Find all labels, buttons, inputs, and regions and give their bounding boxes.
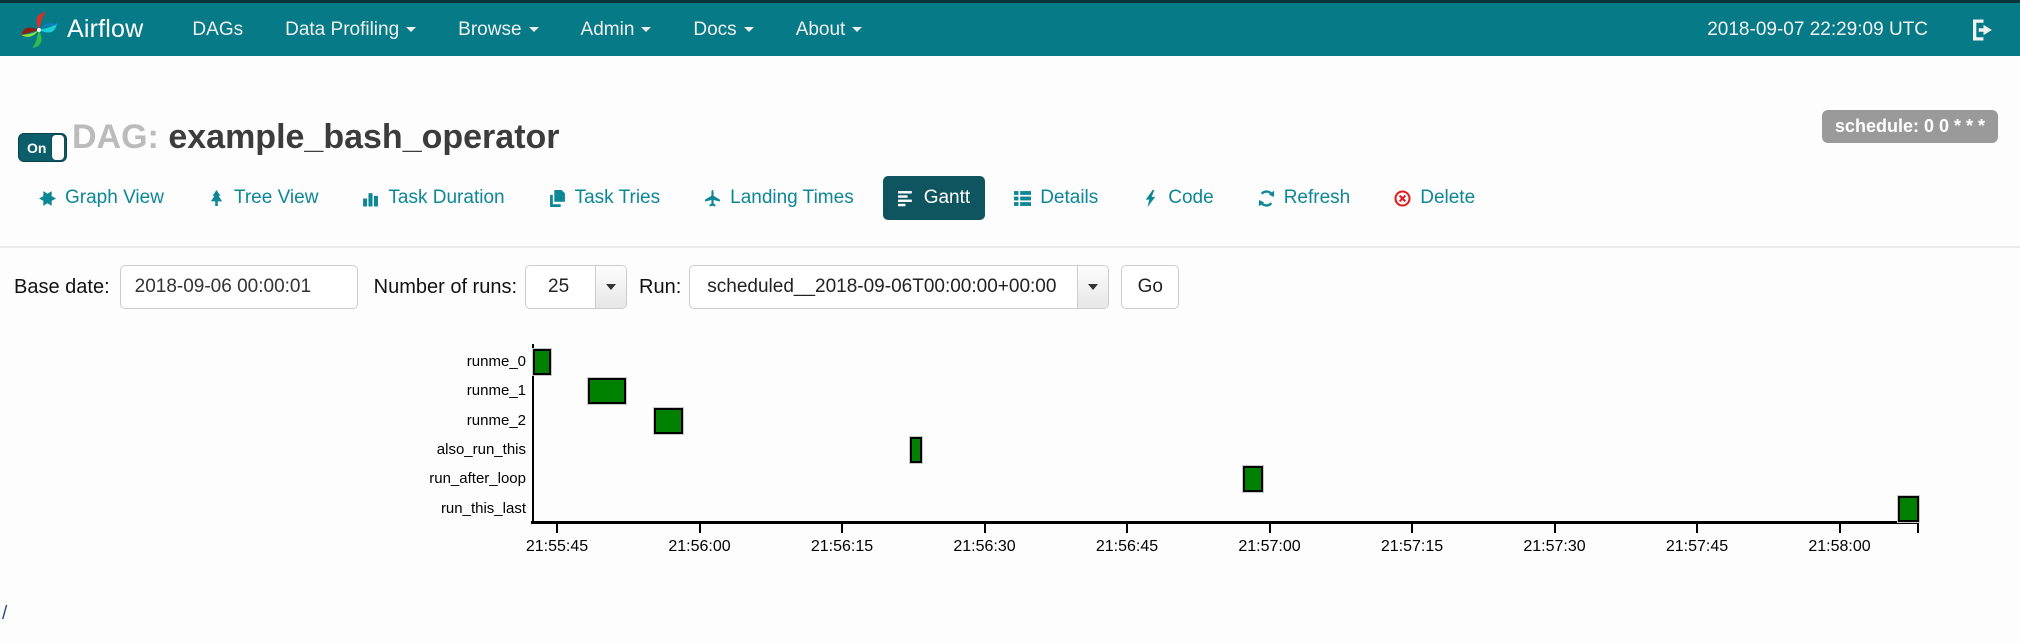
- sign-out-icon[interactable]: [1970, 18, 1994, 42]
- tab-refresh[interactable]: Refresh: [1243, 176, 1366, 220]
- chevron-down-icon: [743, 27, 754, 32]
- tab-task-duration[interactable]: Task Duration: [347, 176, 519, 220]
- root-path-link[interactable]: /: [2, 603, 7, 625]
- x-axis-tick: [1838, 524, 1841, 533]
- tab-delete[interactable]: Delete: [1379, 176, 1490, 220]
- align-left-icon: [897, 190, 915, 207]
- nav-menu: DAGs Data Profiling Browse Admin Docs Ab…: [171, 3, 883, 56]
- flash-icon: [1142, 189, 1159, 207]
- x-axis-line: [531, 521, 1919, 524]
- toggle-knob: [52, 135, 64, 160]
- x-axis-tick-label: 21:55:45: [525, 538, 589, 555]
- chevron-down-icon: [528, 27, 539, 32]
- gantt-task-label: run_this_last: [440, 499, 526, 517]
- tab-tree-view[interactable]: Tree View: [193, 176, 333, 220]
- x-axis-tick-label: 21:56:30: [953, 538, 1016, 555]
- gantt-task-label: runme_1: [466, 382, 526, 400]
- gantt-bar-also_run_this[interactable]: [910, 436, 922, 463]
- refresh-icon: [1258, 189, 1275, 207]
- dag-on-off-toggle[interactable]: On: [18, 133, 67, 162]
- x-axis-tick: [1268, 524, 1271, 533]
- run-value: scheduled__2018-09-06T00:00:00+00:00: [707, 276, 1057, 297]
- dag-prefix: DAG:: [72, 118, 159, 156]
- th-list-icon: [1014, 190, 1032, 207]
- x-axis-tick-label: 21:58:00: [1808, 538, 1871, 555]
- go-button[interactable]: Go: [1121, 265, 1180, 309]
- x-axis-tick: [841, 524, 843, 533]
- chevron-down-icon: [641, 27, 652, 32]
- gantt-bar-run_after_loop[interactable]: [1242, 466, 1263, 493]
- chevron-down-icon: [406, 27, 417, 32]
- bar-chart-icon: [362, 190, 379, 207]
- gantt-bar-run_this_last[interactable]: [1898, 495, 1920, 522]
- tab-task-tries[interactable]: Task Tries: [534, 176, 676, 220]
- gantt-task-label: run_after_loop: [429, 470, 526, 488]
- gantt-chart: runme_0 runme_1 runme_2 also_run_this run_af…: [0, 0, 2020, 642]
- x-axis-tick-label: 21:56:15: [810, 538, 874, 555]
- filter-bar: Base date: Number of runs: 25 Run: sched…: [14, 265, 1180, 309]
- x-axis-tick-label: 21:56:00: [668, 538, 731, 555]
- certificate-icon: [39, 190, 56, 207]
- brand-link[interactable]: Airflow: [20, 11, 143, 49]
- nav-item-admin[interactable]: Admin: [560, 19, 673, 41]
- view-tabs: Graph View Tree View Task Duration Task …: [24, 176, 1490, 220]
- brand: Airflow: [67, 15, 144, 43]
- plane-icon: [704, 189, 721, 207]
- gantt-bar-runme_1[interactable]: [588, 378, 627, 405]
- x-axis-tick: [1553, 524, 1556, 533]
- num-runs-value: 25: [548, 276, 570, 297]
- nav-item-browse[interactable]: Browse: [437, 19, 559, 41]
- x-axis-tick-label: 21:57:15: [1380, 538, 1444, 555]
- gantt-task-label: runme_0: [466, 353, 526, 370]
- num-runs-select[interactable]: 25: [525, 265, 628, 309]
- nav-item-data-profiling[interactable]: Data Profiling: [264, 19, 437, 41]
- tab-graph-view[interactable]: Graph View: [24, 176, 179, 220]
- divider: [0, 246, 2020, 248]
- tab-details[interactable]: Details: [999, 176, 1113, 220]
- base-date-input[interactable]: [119, 265, 358, 309]
- x-axis-tick-label: 21:56:45: [1095, 538, 1159, 555]
- run-select[interactable]: scheduled__2018-09-06T00:00:00+00:00: [689, 265, 1110, 309]
- x-axis-end-tick: [1917, 524, 1919, 533]
- gantt-task-label: runme_2: [466, 411, 526, 429]
- chevron-down-icon: [852, 27, 863, 32]
- base-date-label: Base date:: [14, 275, 110, 298]
- num-runs-label: Number of runs:: [373, 275, 518, 298]
- tab-gantt[interactable]: Gantt: [882, 176, 986, 220]
- run-label: Run:: [639, 275, 682, 298]
- gantt-bar-runme_2[interactable]: [653, 407, 684, 434]
- navbar-right: 2018-09-07 22:29:09 UTC: [1707, 18, 2020, 42]
- toggle-on-label: On: [27, 140, 47, 156]
- airflow-logo-icon: [20, 11, 58, 49]
- nav-item-about[interactable]: About: [775, 19, 884, 41]
- nav-item-dags[interactable]: DAGs: [171, 19, 264, 41]
- select-caret-icon: [1077, 266, 1109, 308]
- schedule-badge: schedule: 0 0 * * *: [1821, 110, 1998, 143]
- tab-code[interactable]: Code: [1127, 176, 1228, 220]
- x-axis-tick: [1411, 524, 1413, 533]
- nav-item-docs[interactable]: Docs: [672, 19, 774, 41]
- page-title: DAG: example_bash_operator: [72, 118, 560, 157]
- tree-icon: [208, 189, 225, 207]
- gantt-bar-runme_0[interactable]: [533, 349, 552, 375]
- tab-landing-times[interactable]: Landing Times: [689, 176, 869, 220]
- airflow-page: Airflow DAGs Data Profiling Browse Admin…: [0, 0, 2020, 642]
- x-axis-tick: [698, 524, 701, 533]
- x-axis-tick-label: 21:57:30: [1523, 538, 1586, 555]
- x-axis-tick-label: 21:57:00: [1238, 538, 1301, 555]
- gantt-task-label: also_run_this: [436, 440, 526, 458]
- duplicate-icon: [549, 189, 566, 207]
- x-axis-tick: [1696, 524, 1698, 533]
- utc-clock: 2018-09-07 22:29:09 UTC: [1707, 18, 1928, 40]
- x-axis-tick: [1126, 524, 1128, 533]
- select-caret-icon: [595, 266, 627, 308]
- navbar: Airflow DAGs Data Profiling Browse Admin…: [0, 0, 2020, 56]
- remove-circle-icon: [1394, 189, 1411, 207]
- x-axis-tick: [983, 524, 986, 533]
- dag-name: example_bash_operator: [168, 118, 560, 156]
- x-axis-tick-label: 21:57:45: [1665, 538, 1729, 555]
- x-axis-tick: [556, 524, 558, 533]
